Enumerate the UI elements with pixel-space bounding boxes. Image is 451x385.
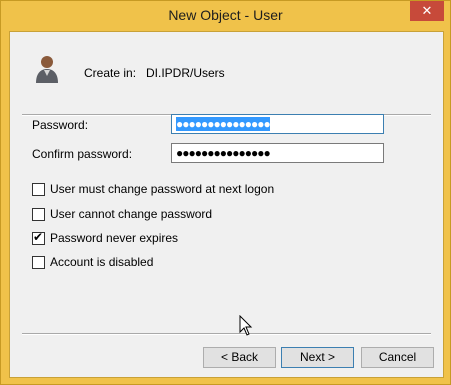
password-label: Password: [32, 118, 89, 132]
confirm-password-value: ●●●●●●●●●●●●●●● [176, 146, 271, 160]
cannot-change-password-label: User cannot change password [50, 207, 213, 221]
password-never-expires-label: Password never expires [50, 231, 179, 245]
confirm-password-label: Confirm password: [32, 147, 133, 161]
must-change-password-label: User must change password at next logon [50, 182, 275, 196]
confirm-password-field[interactable]: ●●●●●●●●●●●●●●● [171, 143, 384, 163]
cannot-change-password-checkbox[interactable] [32, 208, 45, 221]
account-disabled-label: Account is disabled [50, 255, 154, 269]
window-title: New Object - User [168, 7, 283, 23]
account-disabled-checkbox[interactable] [32, 256, 45, 269]
footer-divider [22, 333, 431, 335]
dialog-window: New Object - User ✕ Create in: DI.IPDR/U… [0, 0, 451, 385]
create-in-path: DI.IPDR/Users [146, 66, 225, 80]
back-button[interactable]: < Back [203, 347, 276, 368]
next-button[interactable]: Next > [281, 347, 354, 368]
create-in-label: Create in: [84, 66, 137, 80]
close-button[interactable]: ✕ [410, 1, 444, 21]
cancel-button[interactable]: Cancel [361, 347, 434, 368]
password-never-expires-checkbox[interactable]: ✔ [32, 230, 45, 245]
title-bar[interactable]: New Object - User ✕ [1, 1, 450, 31]
checkmark-icon: ✔ [33, 230, 44, 244]
create-in-header: Create in: DI.IPDR/Users [10, 32, 443, 114]
password-field[interactable]: ●●●●●●●●●●●●●●● [171, 114, 384, 134]
mouse-pointer-icon [239, 315, 253, 336]
must-change-password-checkbox[interactable] [32, 183, 45, 196]
dialog-body: Create in: DI.IPDR/Users Password: ●●●●●… [9, 31, 444, 378]
password-value: ●●●●●●●●●●●●●●● [176, 117, 271, 131]
user-avatar-icon [36, 56, 58, 83]
